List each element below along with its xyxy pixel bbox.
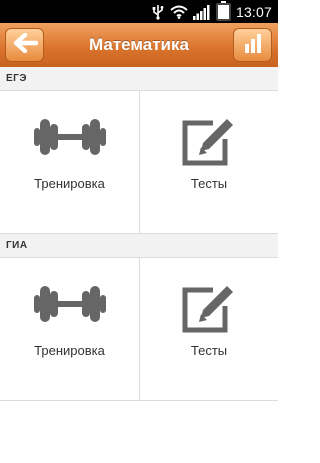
usb-icon: [151, 4, 165, 20]
app-bar: Математика: [0, 23, 278, 67]
stats-button[interactable]: [233, 28, 272, 62]
signal-icon: [192, 4, 211, 20]
battery-icon: [215, 0, 231, 21]
section-header-ege: ЕГЭ: [0, 67, 278, 91]
arrow-left-icon: [12, 32, 38, 57]
dumbbell-icon: [32, 115, 108, 163]
section-header-gia: ГИА: [0, 234, 278, 258]
edit-icon: [179, 282, 239, 338]
training-label: Тренировка: [34, 176, 105, 191]
training-tile[interactable]: Тренировка: [0, 91, 139, 233]
tile-row-ege: Тренировка Тесты: [0, 91, 278, 234]
status-bar: 13:07: [0, 0, 278, 23]
tests-tile[interactable]: Тесты: [139, 258, 278, 400]
back-button[interactable]: [5, 28, 44, 62]
training-tile[interactable]: Тренировка: [0, 258, 139, 400]
tile-row-gia: Тренировка Тесты: [0, 258, 278, 401]
tests-label: Тесты: [190, 343, 228, 358]
wifi-icon: [170, 5, 188, 19]
tests-tile[interactable]: Тесты: [139, 91, 278, 233]
training-label: Тренировка: [34, 343, 105, 358]
tests-label: Тесты: [190, 176, 228, 191]
edit-icon: [179, 115, 239, 171]
dumbbell-icon: [32, 282, 108, 330]
bar-chart-icon: [243, 33, 263, 57]
status-time: 13:07: [235, 3, 272, 20]
